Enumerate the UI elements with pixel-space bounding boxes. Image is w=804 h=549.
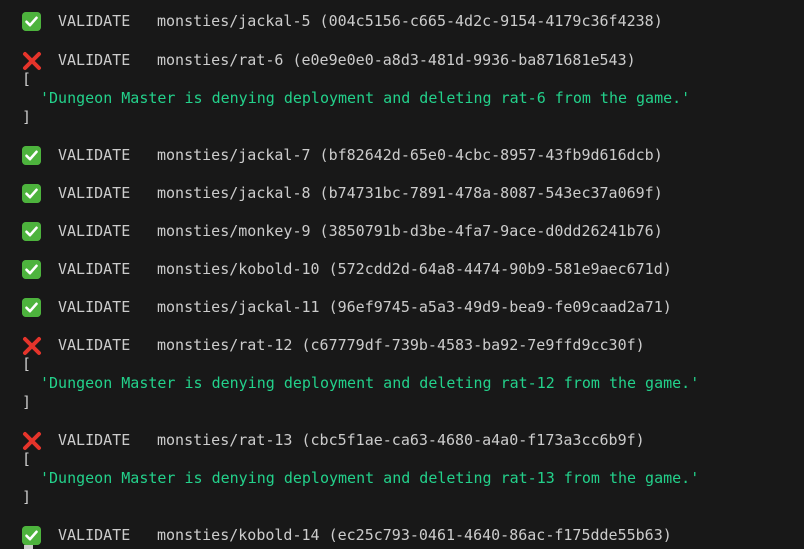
log-target: monsties/kobold-14 (ec25c793-0461-4640-8… (157, 526, 672, 544)
log-entry: VALIDATE monsties/kobold-14 (ec25c793-04… (0, 524, 672, 546)
terminal-output[interactable]: VALIDATE monsties/jackal-5 (004c5156-c66… (0, 0, 804, 549)
log-verb: VALIDATE (58, 222, 131, 240)
check-mark-icon (22, 260, 41, 279)
log-verb: VALIDATE (58, 12, 131, 30)
check-mark-icon (22, 12, 41, 31)
denial-message: 'Dungeon Master is denying deployment an… (40, 469, 700, 487)
log-verb: VALIDATE (58, 51, 131, 69)
log-verb: VALIDATE (58, 298, 131, 316)
log-verb: VALIDATE (58, 260, 131, 278)
log-entry: VALIDATE monsties/rat-6 (e0e9e0e0-a8d3-4… (0, 49, 636, 71)
log-entry: VALIDATE monsties/rat-12 (c67779df-739b-… (0, 334, 645, 356)
log-verb: VALIDATE (58, 431, 131, 449)
log-verb: VALIDATE (58, 146, 131, 164)
terminal-cursor (24, 545, 33, 549)
log-target: monsties/jackal-7 (bf82642d-65e0-4cbc-89… (157, 146, 663, 164)
log-entry: VALIDATE monsties/jackal-8 (b74731bc-789… (0, 182, 663, 204)
log-target: monsties/kobold-10 (572cdd2d-64a8-4474-9… (157, 260, 672, 278)
log-target: monsties/rat-13 (cbc5f1ae-ca63-4680-a4a0… (157, 431, 645, 449)
log-verb: VALIDATE (58, 184, 131, 202)
log-entry: VALIDATE monsties/jackal-5 (004c5156-c66… (0, 10, 663, 32)
log-entry: VALIDATE monsties/kobold-10 (572cdd2d-64… (0, 258, 672, 280)
close-bracket: ] (22, 108, 32, 126)
log-entry: VALIDATE monsties/monkey-9 (3850791b-d3b… (0, 220, 663, 242)
close-bracket: ] (22, 393, 32, 411)
check-mark-icon (22, 146, 41, 165)
log-target: monsties/monkey-9 (3850791b-d3be-4fa7-9a… (157, 222, 663, 240)
log-target: monsties/jackal-11 (96ef9745-a5a3-49d9-b… (157, 298, 672, 316)
log-verb: VALIDATE (58, 336, 131, 354)
cross-mark-icon (22, 431, 41, 450)
check-mark-icon (22, 222, 41, 241)
check-mark-icon (22, 526, 41, 545)
check-mark-icon (22, 298, 41, 317)
log-entry: VALIDATE monsties/jackal-7 (bf82642d-65e… (0, 144, 663, 166)
cross-mark-icon (22, 51, 41, 70)
open-bracket: [ (22, 450, 32, 468)
log-target: monsties/rat-12 (c67779df-739b-4583-ba92… (157, 336, 645, 354)
denial-message: 'Dungeon Master is denying deployment an… (40, 374, 700, 392)
log-verb: VALIDATE (58, 526, 131, 544)
cross-mark-icon (22, 336, 41, 355)
close-bracket: ] (22, 488, 32, 506)
open-bracket: [ (22, 70, 32, 88)
log-target: monsties/jackal-5 (004c5156-c665-4d2c-91… (157, 12, 663, 30)
denial-message: 'Dungeon Master is denying deployment an… (40, 89, 691, 107)
open-bracket: [ (22, 355, 32, 373)
log-entry: VALIDATE monsties/jackal-11 (96ef9745-a5… (0, 296, 672, 318)
log-target: monsties/rat-6 (e0e9e0e0-a8d3-481d-9936-… (157, 51, 636, 69)
log-target: monsties/jackal-8 (b74731bc-7891-478a-80… (157, 184, 663, 202)
check-mark-icon (22, 184, 41, 203)
log-entry: VALIDATE monsties/rat-13 (cbc5f1ae-ca63-… (0, 429, 645, 451)
